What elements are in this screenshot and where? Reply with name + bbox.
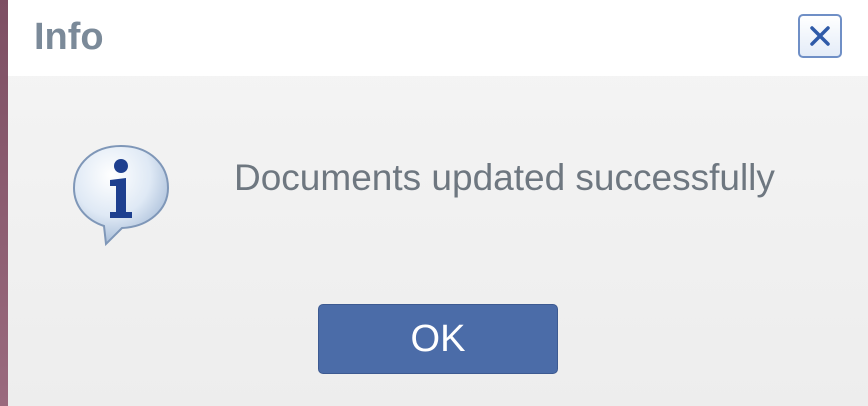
dialog-titlebar: Info	[8, 0, 868, 76]
dialog-body: Documents updated successfully OK	[8, 76, 868, 406]
info-dialog: Info Documents updated successfully OK	[8, 0, 868, 406]
dialog-message: Documents updated successfully	[234, 157, 775, 198]
close-icon	[810, 26, 830, 46]
ok-button[interactable]: OK	[318, 304, 558, 374]
close-button[interactable]	[798, 14, 842, 58]
info-icon	[72, 144, 170, 247]
dialog-title: Info	[34, 16, 104, 58]
backdrop	[0, 0, 8, 406]
